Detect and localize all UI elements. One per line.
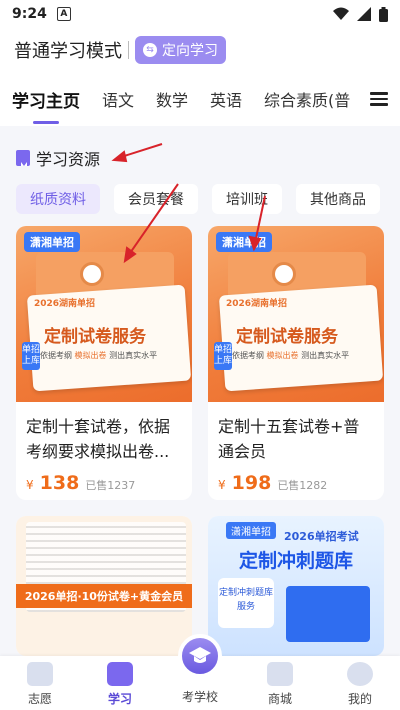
battery-icon xyxy=(379,6,388,22)
tab-mall[interactable]: 商城 xyxy=(250,662,310,707)
status-time: 9:24 xyxy=(12,6,47,22)
arrow-head xyxy=(111,150,128,163)
wifi-icon xyxy=(333,7,349,20)
image-caption: 依据考纲 模拟出卷 测出真实水平 xyxy=(232,351,350,360)
tab-english[interactable]: 英语 xyxy=(210,87,242,111)
category-chips: 纸质资料 会员套餐 培训班 其他商品 xyxy=(16,184,380,214)
volunteer-icon xyxy=(27,662,53,686)
product-title: 定制十套试卷，依据考纲要求模拟出卷... xyxy=(26,417,171,461)
sold-count: 已售1282 xyxy=(277,479,328,492)
brand-tag: 潇湘单招 xyxy=(216,232,272,252)
image-subtitle: 2026湖南单招 xyxy=(34,299,96,309)
tab-math[interactable]: 数学 xyxy=(156,87,188,111)
graduation-cap-icon xyxy=(189,647,211,663)
box-graphic xyxy=(286,586,370,642)
mode-title[interactable]: 普通学习模式 xyxy=(14,37,122,63)
tab-menu-button[interactable] xyxy=(358,72,400,126)
subject-tabs: 学习主页 语文 数学 英语 综合素质(普 xyxy=(0,72,400,126)
tab-label: 志愿 xyxy=(27,692,52,706)
side-label: 单招上库 xyxy=(214,342,232,370)
bottom-tab-bar: 志愿 学习 考学校 商城 我的 xyxy=(0,634,400,710)
chip-membership[interactable]: 会员套餐 xyxy=(114,184,198,214)
tab-study[interactable]: 学习 xyxy=(90,662,150,707)
arrow-to-section xyxy=(117,143,163,159)
product-price: 198 xyxy=(231,472,272,494)
tab-me[interactable]: 我的 xyxy=(330,662,390,707)
tab-label: 我的 xyxy=(347,692,372,706)
image-title: 定制冲刺题库 xyxy=(238,550,353,572)
brand-tag: 潇湘单招 xyxy=(24,232,80,252)
chip-training[interactable]: 培训班 xyxy=(212,184,282,214)
user-icon xyxy=(347,662,373,686)
tab-chinese[interactable]: 语文 xyxy=(102,87,134,111)
product-image: 2026单招·10份试卷+黄金会员 xyxy=(16,516,192,656)
image-banner: 2026单招·10份试卷+黄金会员 xyxy=(16,584,192,608)
badge-label: 定向学习 xyxy=(162,43,218,59)
exam-school-button[interactable] xyxy=(178,634,222,678)
product-card[interactable]: 潇湘单招 2026湖南单招 定制试卷服务 依据考纲 模拟出卷 测出真实水平 单招… xyxy=(208,226,384,500)
tab-general-quality[interactable]: 综合素质(普 xyxy=(264,87,350,111)
product-image: 潇湘单招 2026单招考试 定制冲刺题库 定制冲刺题库服务 xyxy=(208,516,384,656)
product-image: 潇湘单招 2026湖南单招 定制试卷服务 依据考纲 模拟出卷 测出真实水平 单招… xyxy=(16,226,192,402)
menu-icon xyxy=(370,89,388,109)
directed-study-badge[interactable]: ⇆ 定向学习 xyxy=(135,36,226,64)
tab-label: 考学校 xyxy=(181,690,218,704)
product-card[interactable]: 潇湘单招 2026湖南单招 定制试卷服务 依据考纲 模拟出卷 测出真实水平 单招… xyxy=(16,226,192,500)
brand-tag: 潇湘单招 xyxy=(226,522,276,539)
product-title: 定制十五套试卷+普通会员 xyxy=(218,417,360,461)
book-icon xyxy=(107,662,133,686)
currency-symbol: ¥ xyxy=(218,478,226,492)
status-bar: 9:24 A xyxy=(0,0,400,28)
seal-graphic xyxy=(80,262,104,286)
product-price: 138 xyxy=(39,472,80,494)
switch-icon: ⇆ xyxy=(143,43,157,57)
notification-icon: A xyxy=(56,7,71,21)
tab-label: 学习 xyxy=(107,692,132,706)
sold-count: 已售1237 xyxy=(85,479,136,492)
product-image: 潇湘单招 2026湖南单招 定制试卷服务 依据考纲 模拟出卷 测出真实水平 单招… xyxy=(208,226,384,402)
tab-study-home[interactable]: 学习主页 xyxy=(12,87,80,112)
image-subtitle: 2026湖南单招 xyxy=(226,299,288,309)
signal-icon xyxy=(357,7,371,21)
image-subtitle: 2026单招考试 xyxy=(284,530,359,543)
side-label: 单招上库 xyxy=(22,342,40,370)
divider xyxy=(128,41,129,59)
section-header: 学习资源 xyxy=(16,146,100,170)
image-caption: 依据考纲 模拟出卷 测出真实水平 xyxy=(40,351,158,360)
tab-label: 商城 xyxy=(267,692,292,706)
chip-other-goods[interactable]: 其他商品 xyxy=(296,184,380,214)
currency-symbol: ¥ xyxy=(26,478,34,492)
product-card[interactable]: 2026单招·10份试卷+黄金会员 xyxy=(16,516,192,656)
image-pill: 定制冲刺题库服务 xyxy=(218,578,274,628)
header: 普通学习模式 ⇆ 定向学习 xyxy=(0,28,400,72)
product-card[interactable]: 潇湘单招 2026单招考试 定制冲刺题库 定制冲刺题库服务 xyxy=(208,516,384,656)
image-title: 定制试卷服务 xyxy=(44,327,146,347)
section-title: 学习资源 xyxy=(36,150,101,169)
shopping-bag-icon xyxy=(267,662,293,686)
seal-graphic xyxy=(272,262,296,286)
chip-paper-materials[interactable]: 纸质资料 xyxy=(16,184,100,214)
bookmark-icon xyxy=(16,150,30,166)
image-title: 定制试卷服务 xyxy=(236,327,338,347)
tab-volunteer[interactable]: 志愿 xyxy=(10,662,70,707)
